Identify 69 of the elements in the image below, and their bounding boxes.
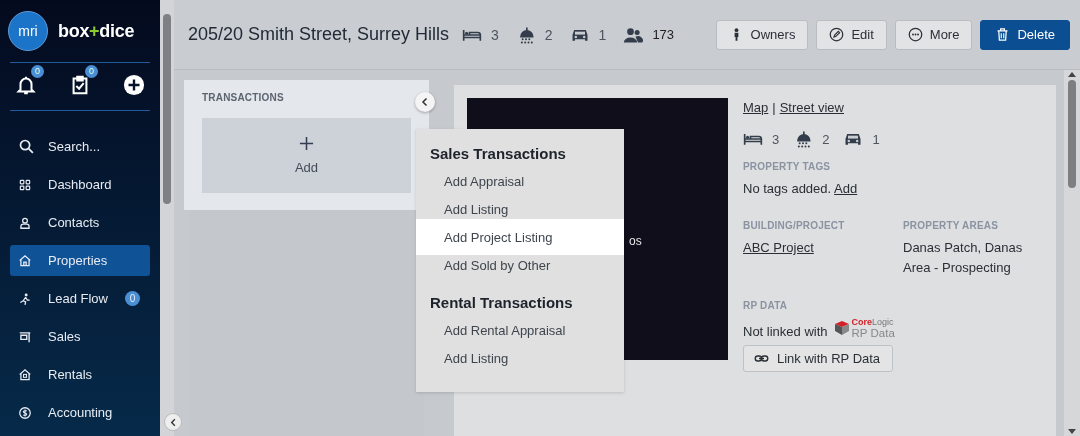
figure-icon <box>18 291 32 306</box>
section-heading: BUILDING/PROJECT <box>743 220 846 231</box>
count-badge: 0 <box>31 64 44 78</box>
logo-text: CoreLogic <box>851 317 895 328</box>
pencil-icon <box>829 27 845 42</box>
chevron-left-icon <box>420 97 430 107</box>
tags-text: No tags added. <box>743 181 832 196</box>
nav-item[interactable]: Lead Flow 0 <box>10 283 150 314</box>
scroll-down-icon[interactable] <box>1068 429 1076 434</box>
property-title: 205/20 Smith Street, Surrey Hills <box>188 23 450 46</box>
house-icon <box>18 253 32 268</box>
add-button[interactable]: Add <box>202 118 411 193</box>
search-icon <box>18 138 35 155</box>
photo-text: os <box>629 234 642 248</box>
cube-icon <box>833 320 850 336</box>
scrollbar-thumb[interactable] <box>163 14 171 204</box>
stat-value: 2 <box>544 26 553 43</box>
map-link[interactable]: Map <box>743 100 769 115</box>
section-heading: RP DATA <box>743 300 789 311</box>
section-heading: PROPERTY AREAS <box>903 220 1000 231</box>
owner-button[interactable]: Owners <box>715 19 809 50</box>
stat-value: 1 <box>872 131 880 147</box>
trash-icon <box>995 27 1011 42</box>
section-heading: TRANSACTIONS <box>202 92 285 103</box>
menu-item[interactable]: Add Rental Appraisal <box>416 316 624 344</box>
menu-heading: Rental Transactions <box>429 294 574 311</box>
nav-item[interactable]: Rentals <box>10 359 150 390</box>
coin-icon <box>18 405 32 420</box>
more-button[interactable]: More <box>894 19 973 50</box>
count-badge: 0 <box>85 64 98 78</box>
logo-subtext: RP Data <box>851 328 895 339</box>
link-status-text: Not linked with <box>743 323 828 339</box>
add-button[interactable] <box>123 73 145 96</box>
scroll-up-icon[interactable] <box>1068 72 1076 77</box>
delete-button[interactable]: Delete <box>980 19 1070 50</box>
count-badge: 0 <box>125 291 140 306</box>
scrollbar-thumb[interactable] <box>1068 80 1076 188</box>
areas-text: Danas Patch, Danas Area - Prospecting <box>903 239 1024 277</box>
stat-value: 1 <box>598 26 607 43</box>
street-view-link[interactable]: Street view <box>779 100 844 115</box>
stat-value: 3 <box>491 26 499 43</box>
menu-item[interactable]: Add Listing <box>416 344 624 372</box>
logo-badge: mri <box>8 11 48 51</box>
chevron-left-icon <box>168 417 178 427</box>
more-icon <box>907 27 923 42</box>
stat-value: 3 <box>772 131 780 147</box>
nav-item[interactable]: Search... <box>10 131 150 162</box>
stat-value: 173 <box>652 27 675 42</box>
plus-icon <box>299 136 314 151</box>
link-button[interactable]: Link with RP Data <box>743 345 893 372</box>
project-link[interactable]: ABC Project <box>743 240 903 255</box>
house-icon <box>18 367 32 382</box>
nav-item[interactable]: Dashboard <box>10 169 150 200</box>
nav-item[interactable]: Sales <box>10 321 150 352</box>
grid-icon <box>18 177 32 192</box>
stat-value: 2 <box>822 131 830 147</box>
menu-heading: Sales Transactions <box>429 145 567 162</box>
separator: | <box>772 100 776 115</box>
section-heading: PROPERTY TAGS <box>743 161 832 172</box>
sign-icon <box>18 329 32 344</box>
nav-item[interactable]: Accounting <box>10 397 150 428</box>
add-link[interactable]: Add <box>834 181 858 196</box>
brand-name: box+dice <box>58 20 135 42</box>
nav-item[interactable]: Contacts <box>10 207 150 238</box>
menu-item[interactable]: Add Project Listing <box>416 219 624 255</box>
nav-item[interactable]: Properties <box>10 245 150 276</box>
person-icon <box>18 215 32 230</box>
edit-button[interactable]: Edit <box>816 19 887 50</box>
menu-item[interactable]: Add Appraisal <box>416 167 624 195</box>
